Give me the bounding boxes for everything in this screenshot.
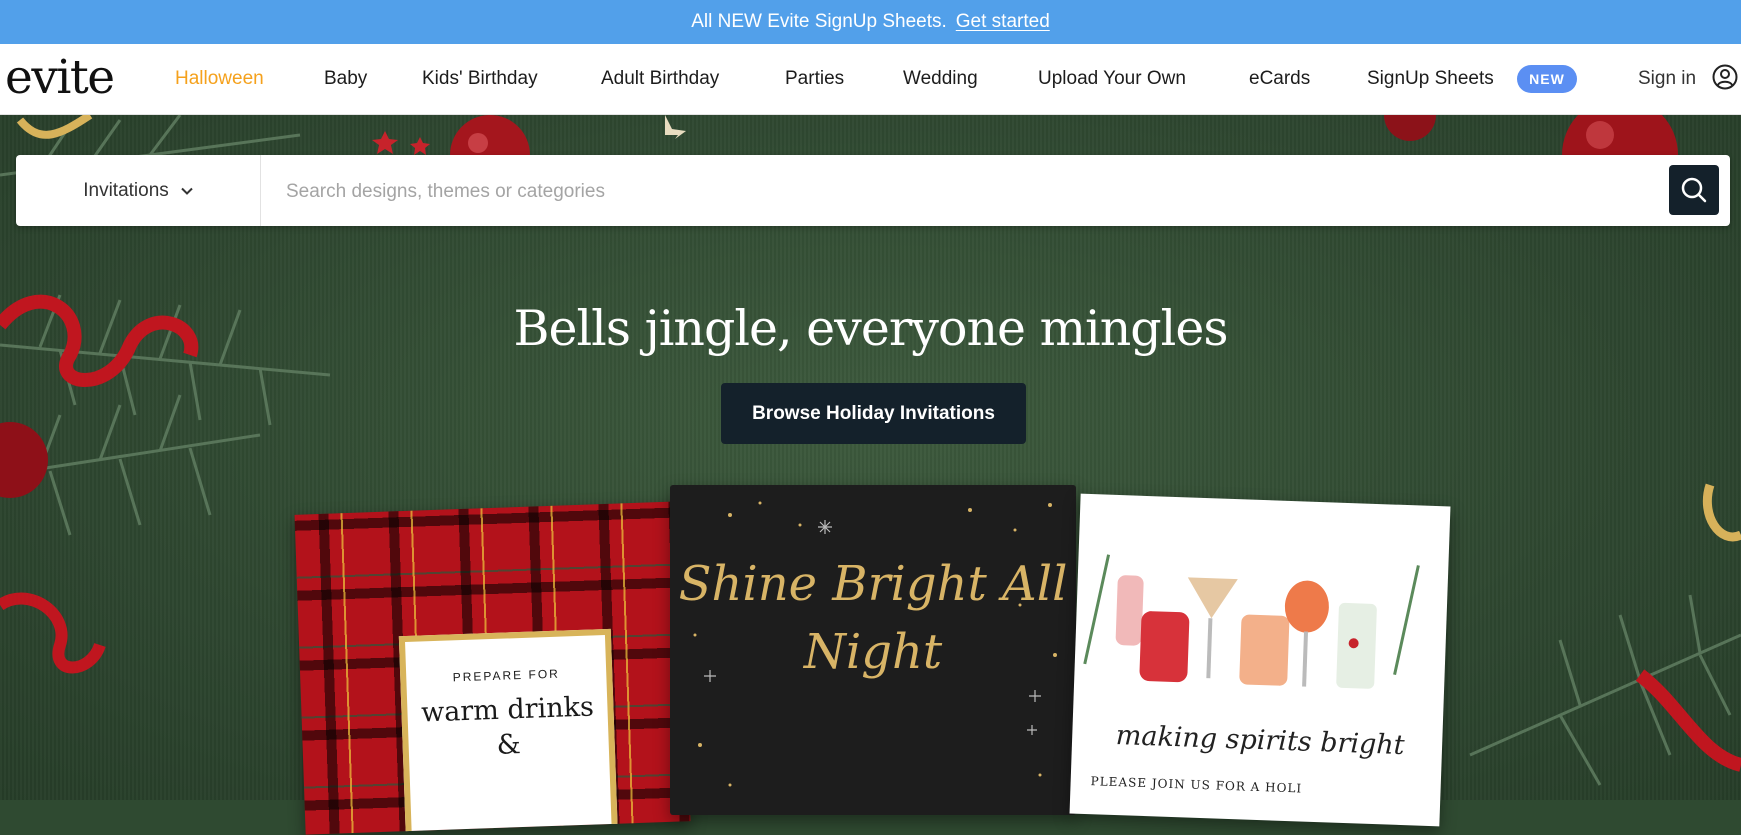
category-dropdown[interactable]: Invitations [16,155,261,226]
promo-text: All NEW Evite SignUp Sheets. [691,11,947,32]
card-main-text: making spirits bright [1115,720,1406,762]
card-main-text: warm drinks & [420,691,595,761]
search-button[interactable] [1669,165,1719,215]
nav-signup-sheets[interactable]: SignUp Sheets [1367,68,1494,90]
card-warm-drinks[interactable]: PREPARE FOR warm drinks & [294,501,691,835]
get-started-link[interactable]: Get started [956,11,1050,33]
promo-banner: All NEW Evite SignUp Sheets. Get started [0,0,1741,44]
site-header: evite Halloween Baby Kids' Birthday Adul… [0,44,1741,115]
sign-in-link[interactable]: Sign in [1638,68,1696,90]
evite-logo[interactable]: evite [5,50,115,106]
hero-headline: Bells jingle, everyone mingles [513,300,1229,357]
search-bar: Invitations [16,155,1730,226]
nav-adult-birthday[interactable]: Adult Birthday [601,68,719,90]
card-main-text: Shine Bright All Night [678,556,1068,680]
nav-ecards[interactable]: eCards [1249,68,1310,90]
cocktails-illustration [1083,554,1420,689]
nav-baby[interactable]: Baby [324,68,367,90]
card-making-spirits-bright[interactable]: making spirits bright PLEASE JOIN US FOR… [1069,493,1451,827]
card-top-text: PREPARE FOR [452,666,561,685]
nav-upload-your-own[interactable]: Upload Your Own [1038,68,1186,90]
card-sub-text: PLEASE JOIN US FOR A HOLI [1090,774,1303,796]
browse-holiday-invitations-button[interactable]: Browse Holiday Invitations [721,383,1026,444]
category-label: Invitations [83,179,169,201]
search-input[interactable] [284,173,1668,211]
chevron-down-icon [181,187,193,195]
nav-halloween[interactable]: Halloween [175,68,264,90]
card-shine-bright[interactable]: Shine Bright All Night [670,485,1076,815]
nav-wedding[interactable]: Wedding [903,68,978,90]
card-label-box: PREPARE FOR warm drinks & [398,628,619,835]
new-badge: NEW [1517,65,1577,93]
nav-parties[interactable]: Parties [785,68,844,90]
search-icon [1681,177,1707,203]
nav-kids-birthday[interactable]: Kids' Birthday [422,68,538,90]
user-circle-icon[interactable] [1712,64,1738,90]
